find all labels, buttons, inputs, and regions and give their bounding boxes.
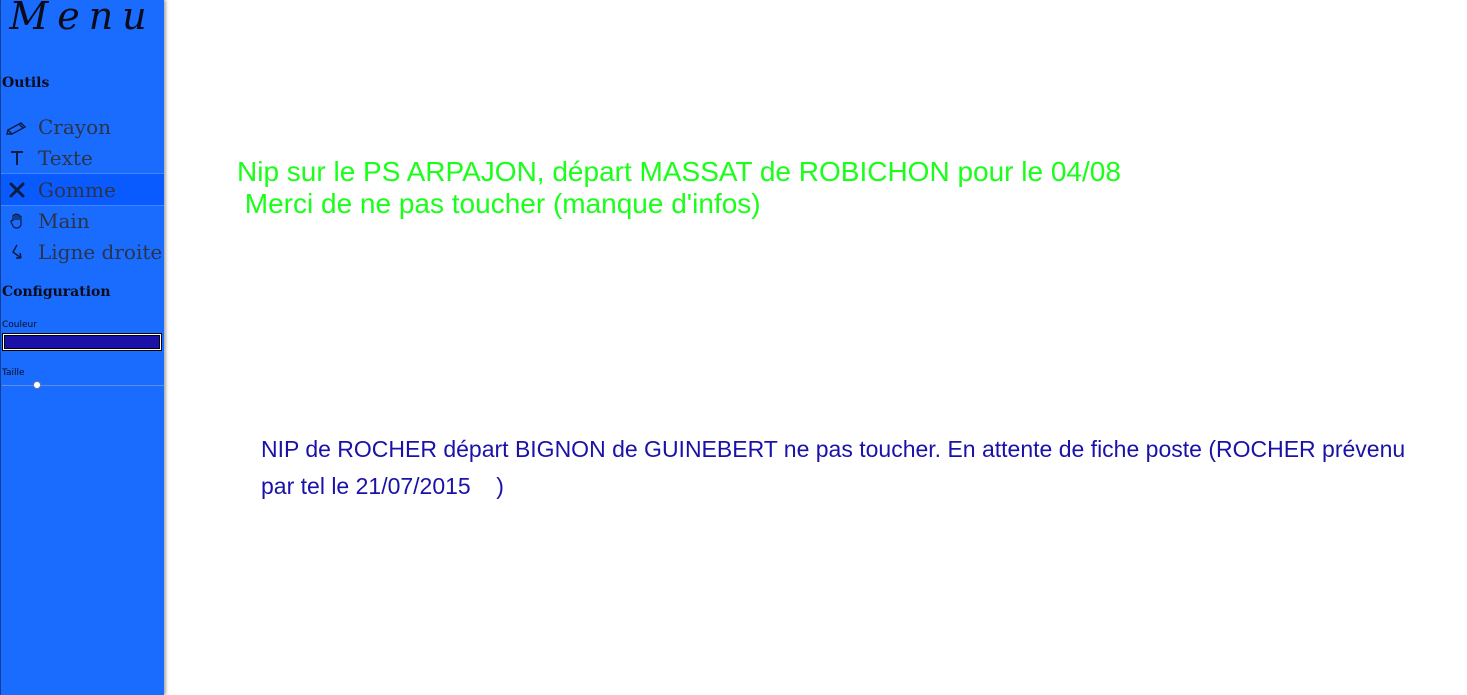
tool-ligne-droite[interactable]: Ligne droite — [1, 236, 164, 267]
tool-crayon[interactable]: Crayon — [1, 111, 164, 142]
canvas-note-blue: NIP de ROCHER départ BIGNON de GUINEBERT… — [261, 436, 1412, 499]
tool-gomme[interactable]: Gomme — [1, 173, 164, 206]
slider-track — [2, 385, 164, 386]
tool-label: Ligne droite — [38, 239, 163, 264]
menu-title: Menu — [9, 0, 156, 38]
size-slider[interactable] — [2, 381, 164, 391]
tool-label: Texte — [38, 145, 93, 170]
tool-main[interactable]: Main — [1, 205, 164, 236]
tool-label: Crayon — [38, 114, 112, 139]
slider-thumb[interactable] — [32, 381, 41, 389]
hand-icon — [3, 209, 31, 233]
color-label: Couleur — [2, 320, 37, 330]
canvas-note-green: Nip sur le PS ARPAJON, départ MASSAT de … — [237, 156, 1121, 219]
pencil-icon — [3, 115, 31, 139]
tool-label: Main — [38, 208, 90, 233]
size-label: Taille — [2, 368, 25, 378]
line-arrow-icon — [3, 240, 31, 264]
configuration-heading: Configuration — [2, 284, 111, 300]
color-picker[interactable] — [2, 333, 162, 351]
tools-heading: Outils — [2, 75, 50, 91]
tool-label: Gomme — [38, 177, 116, 202]
color-swatch — [4, 335, 160, 349]
text-icon — [3, 146, 31, 170]
tool-texte[interactable]: Texte — [1, 142, 164, 173]
sidebar: Menu Outils Crayon Texte Gomme Main Lign… — [0, 0, 164, 695]
eraser-icon — [3, 178, 31, 202]
